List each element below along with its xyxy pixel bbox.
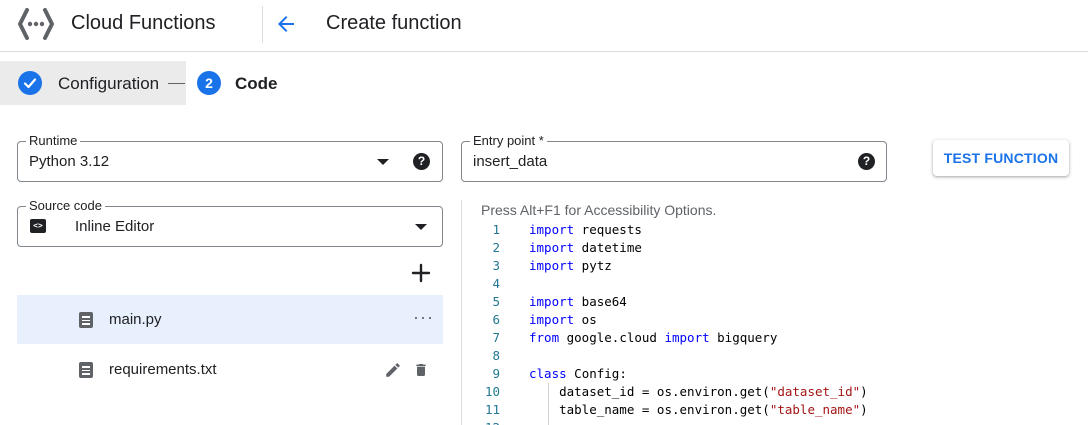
code-token: )	[860, 384, 868, 399]
pencil-icon[interactable]	[384, 361, 402, 379]
check-circle-icon	[18, 71, 42, 95]
code-token: Config:	[566, 366, 627, 381]
step-code-label: Code	[235, 74, 278, 93]
step-configuration[interactable]: Configuration	[0, 61, 186, 105]
line-number: 5	[492, 294, 500, 309]
file-name: requirements.txt	[109, 361, 217, 378]
entry-point-value: insert_data	[473, 153, 548, 170]
keyword-token: from	[529, 330, 560, 345]
add-file-icon[interactable]	[410, 262, 432, 284]
string-token: "table_name"	[769, 402, 861, 417]
code-token: bigquery	[709, 330, 778, 345]
step-code-number: 2	[197, 71, 221, 95]
code-token: requests	[574, 222, 642, 237]
trash-icon[interactable]	[413, 361, 429, 379]
file-icon	[79, 362, 93, 378]
top-app-bar: Cloud Functions Create function	[0, 0, 1088, 52]
line-number: 4	[492, 276, 500, 291]
keyword-token: import	[529, 240, 575, 255]
chevron-down-icon[interactable]	[377, 159, 389, 165]
code-token: datetime	[574, 240, 642, 255]
line-number: 12	[462, 419, 500, 425]
code-text: dataset_id = os.environ.get("dataset_id"…	[529, 383, 868, 401]
step-connector	[168, 83, 185, 84]
code-text: table_name = os.environ.get("table_name"…	[529, 401, 868, 419]
code-text: import base64	[529, 293, 627, 311]
keyword-token: import	[664, 330, 710, 345]
keyword-token: import	[529, 312, 575, 327]
runtime-select[interactable]: Runtime Python 3.12 ?	[17, 133, 443, 182]
code-text: import pytz	[529, 257, 612, 275]
line-number: 10	[484, 384, 500, 399]
help-icon[interactable]: ?	[858, 153, 875, 170]
back-arrow-icon[interactable]	[274, 12, 298, 36]
code-token: google.cloud	[559, 330, 665, 345]
code-token: table_name = os.environ.get(	[529, 402, 770, 417]
keyword-token: import	[529, 258, 575, 273]
line-number: 1	[492, 222, 500, 237]
file-icon	[79, 312, 93, 328]
code-token: dataset_id = os.environ.get(	[529, 384, 770, 399]
app-title: Cloud Functions	[71, 12, 216, 34]
cloud-functions-logo-icon	[18, 8, 54, 40]
more-options-icon[interactable]: ···	[413, 307, 434, 328]
indent-guide	[548, 383, 549, 425]
code-text: import datetime	[529, 239, 642, 257]
line-number: 8	[492, 348, 500, 363]
code-token: base64	[574, 294, 627, 309]
file-name: main.py	[109, 311, 162, 328]
code-token: )	[860, 402, 868, 417]
code-text: from google.cloud import bigquery	[529, 329, 777, 347]
line-number: 6	[492, 312, 500, 327]
code-text: import os	[529, 311, 597, 329]
runtime-value: Python 3.12	[29, 153, 110, 170]
entry-point-input[interactable]: Entry point * insert_data ?	[461, 133, 887, 182]
source-code-select[interactable]: Source code <> Inline Editor	[17, 198, 443, 247]
header-divider	[262, 6, 263, 43]
code-token: pytz	[574, 258, 612, 273]
chevron-down-icon[interactable]	[415, 224, 427, 230]
keyword-token: import	[529, 222, 575, 237]
code-token: os	[574, 312, 597, 327]
runtime-label: Runtime	[26, 133, 81, 149]
line-number: 2	[492, 240, 500, 255]
code-text: import requests	[529, 221, 642, 239]
step-configuration-label: Configuration	[58, 74, 160, 93]
test-function-button[interactable]: TEST FUNCTION	[933, 140, 1069, 176]
string-token: "dataset_id"	[769, 384, 861, 399]
line-number: 9	[492, 366, 500, 381]
keyword-token: import	[529, 294, 575, 309]
line-number: 11	[484, 402, 500, 417]
accessibility-hint: Press Alt+F1 for Accessibility Options.	[481, 202, 717, 218]
code-editor[interactable]: 1 import requests 2 import datetime 3 import …	[462, 221, 1088, 425]
code-icon: <>	[30, 219, 46, 233]
page-title: Create function	[326, 12, 462, 34]
help-icon[interactable]: ?	[413, 153, 430, 170]
source-code-value: Inline Editor	[75, 218, 155, 235]
line-number: 3	[492, 258, 500, 273]
entry-point-label: Entry point *	[470, 133, 547, 149]
source-code-label: Source code	[26, 198, 105, 214]
code-text: class Config:	[529, 365, 627, 383]
keyword-token: class	[529, 366, 567, 381]
file-item-requirements-txt[interactable]: requirements.txt	[17, 345, 443, 394]
file-item-main-py[interactable]: main.py ···	[17, 295, 443, 344]
line-number: 7	[492, 330, 500, 345]
